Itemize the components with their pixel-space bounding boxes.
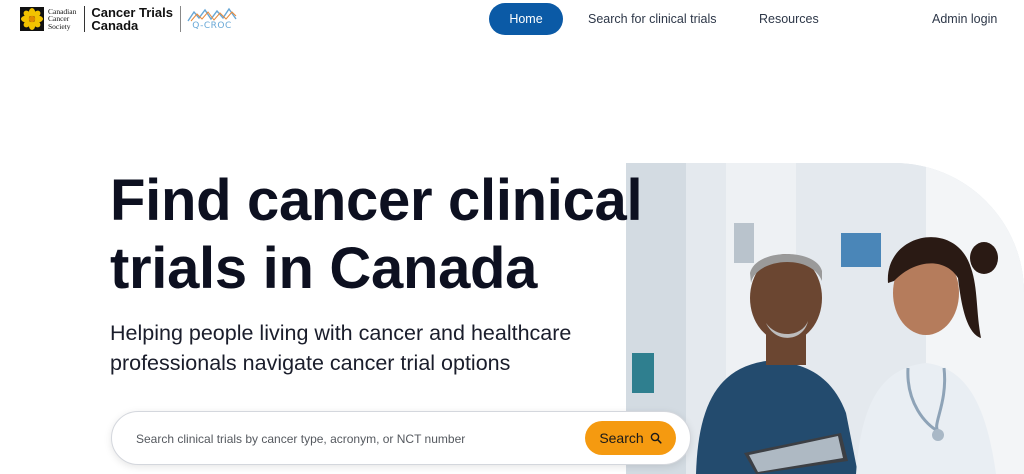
daffodil-icon	[20, 7, 44, 31]
nav-admin-login-link[interactable]: Admin login	[932, 3, 997, 35]
hero-title-line-2: trials in Canada	[110, 236, 538, 301]
hero-title-line-1: Find cancer clinical	[110, 168, 643, 233]
hero-subtitle-line-1: Helping people living with cancer and he…	[110, 321, 572, 345]
qcroc-logo[interactable]: Q-CROC	[187, 7, 237, 31]
search-button[interactable]: Search	[585, 421, 676, 455]
brand-logos[interactable]: Canadian Cancer Society Cancer Trials Ca…	[20, 4, 237, 34]
ctc-line-2: Canada	[91, 18, 139, 33]
search-input[interactable]	[136, 426, 566, 452]
hero-title: Find cancer clinical trials in Canada	[110, 167, 710, 303]
canadian-cancer-society-logo[interactable]: Canadian Cancer Society	[20, 7, 76, 31]
qcroc-label: Q-CROC	[192, 21, 232, 31]
hero-subtitle-line-2: professionals navigate cancer trial opti…	[110, 351, 511, 375]
search-icon	[650, 432, 662, 444]
site-header: Canadian Cancer Society Cancer Trials Ca…	[0, 0, 1024, 40]
hero-subtitle: Helping people living with cancer and he…	[110, 318, 610, 378]
search-button-label: Search	[599, 430, 644, 446]
logo-divider	[179, 6, 181, 32]
search-bar: Search	[111, 411, 691, 465]
cancer-trials-canada-logo[interactable]: Cancer Trials Canada	[91, 6, 173, 32]
nav-home-button[interactable]: Home	[489, 3, 563, 35]
nav-resources-link[interactable]: Resources	[759, 3, 819, 35]
nav-search-link[interactable]: Search for clinical trials	[588, 3, 717, 35]
ccs-line-3: Society	[48, 21, 71, 31]
logo-divider	[84, 6, 86, 32]
ccs-logo-text: Canadian Cancer Society	[48, 8, 76, 31]
